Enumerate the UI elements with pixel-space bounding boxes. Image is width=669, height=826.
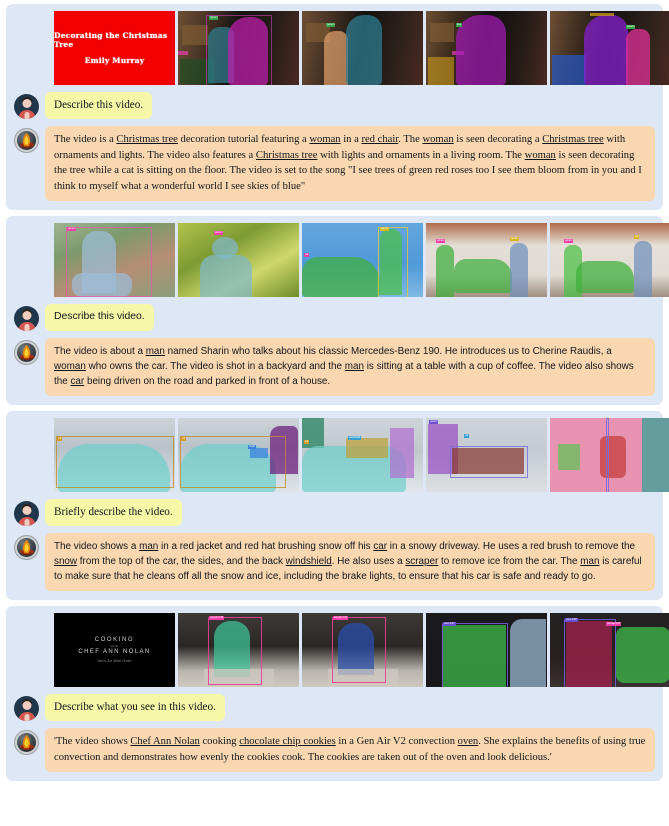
video-frame-strip: Decorating the Christmas Tree Emily Murr… <box>54 11 669 85</box>
frame-label-tag: car <box>181 437 187 441</box>
assistant-message-row: The video shows a man in a red jacket an… <box>14 533 655 591</box>
title-card-black: COOKING with CHEF ANN NOLAN Jenn-Air Wal… <box>54 613 175 687</box>
video-frame-strip: person person person car person person p… <box>54 223 669 297</box>
assistant-answer-bubble[interactable]: The video is about a man named Sharin wh… <box>45 338 655 396</box>
title-card-line-2: Emily Murray <box>84 56 145 65</box>
title-card-red: Decorating the Christmas Tree Emily Murr… <box>54 11 175 85</box>
frame-label-tag: oven 0.57 <box>443 622 456 626</box>
frame-label-tag: car <box>57 437 63 441</box>
frame-label-tag: person <box>209 16 219 20</box>
video-frame[interactable]: car brush <box>178 418 299 492</box>
conversation-page: Decorating the Christmas Tree Emily Murr… <box>0 0 669 826</box>
user-question-bubble[interactable]: Describe this video. <box>45 92 153 119</box>
title-card-line-2: with <box>110 644 119 648</box>
user-question-bubble[interactable]: Describe what you see in this video. <box>45 694 225 721</box>
video-frame[interactable]: person car <box>550 223 669 297</box>
user-question-bubble[interactable]: Describe this video. <box>45 304 154 331</box>
flame-logo-icon <box>14 340 39 365</box>
user-question-text: Briefly describe the video. <box>54 506 173 518</box>
flame-logo-icon <box>14 128 39 153</box>
frame-label-tag: woman 0.54 <box>209 616 225 620</box>
conversation-block-snow-brushing: car car brush car windshield person car … <box>6 411 669 600</box>
user-question-text: Describe what you see in this video. <box>54 701 216 713</box>
video-frame[interactable]: person <box>178 223 299 297</box>
video-frame[interactable]: person person <box>426 223 547 297</box>
frame-label-tag: woman 0.60 <box>333 616 349 620</box>
user-question-text: Describe this video. <box>54 99 144 111</box>
frame-label-tag: tree <box>456 23 463 27</box>
video-frame[interactable]: car <box>54 418 175 492</box>
conversation-block-mercedes-benz: person person person car person person p… <box>6 216 669 405</box>
video-frame[interactable] <box>550 418 669 492</box>
video-frame[interactable]: woman 0.60 <box>302 613 423 687</box>
frame-label-tag: car <box>304 440 310 444</box>
frame-label-tag: person <box>564 239 574 243</box>
conversation-block-cooking-cookies: COOKING with CHEF ANN NOLAN Jenn-Air Wal… <box>6 606 669 781</box>
video-frame[interactable]: tree <box>426 11 547 85</box>
user-avatar-icon <box>14 306 39 331</box>
frame-label-tag: car <box>304 253 310 257</box>
user-question-text: Describe this video. <box>54 311 145 322</box>
title-card-line-1: COOKING <box>94 637 135 643</box>
frame-label-tag: windshield <box>348 436 362 440</box>
frame-label-tag: person <box>429 420 439 424</box>
video-frame[interactable]: oven 0.57 <box>426 613 547 687</box>
frame-label-tag: car <box>634 235 640 239</box>
frame-label-tag: brush <box>248 445 256 449</box>
frame-label-tag: person <box>380 227 390 231</box>
video-frame[interactable]: person <box>550 11 669 85</box>
user-avatar-icon <box>14 501 39 526</box>
title-card-line-3: CHEF ANN NOLAN <box>78 649 151 655</box>
title-card-line-4: Jenn-Air Wall Oven <box>97 659 132 663</box>
user-message-row: Describe what you see in this video. <box>14 694 655 721</box>
assistant-answer-text: 'The video shows Chef Ann Nolan cooking … <box>54 736 646 763</box>
assistant-message-row: The video is about a man named Sharin wh… <box>14 338 655 396</box>
assistant-answer-text: The video is a Christmas tree decoration… <box>54 134 642 192</box>
assistant-answer-bubble[interactable]: The video is a Christmas tree decoration… <box>45 126 655 201</box>
frame-label-tag: oven 0.58 <box>565 618 578 622</box>
user-avatar-icon <box>14 94 39 119</box>
video-frame[interactable]: person car <box>302 223 423 297</box>
assistant-message-row: 'The video shows Chef Ann Nolan cooking … <box>14 728 655 772</box>
frame-label-tag: woman 0.65 <box>606 622 622 626</box>
video-frame[interactable]: person car <box>426 418 547 492</box>
frame-label-tag: car <box>464 434 470 438</box>
user-message-row: Describe this video. <box>14 304 655 331</box>
video-frame-strip: COOKING with CHEF ANN NOLAN Jenn-Air Wal… <box>54 613 669 687</box>
frame-label-tag: person <box>326 23 336 27</box>
title-card-line-1: Decorating the Christmas Tree <box>54 31 168 49</box>
video-frame[interactable]: oven 0.58 woman 0.65 <box>550 613 669 687</box>
user-message-row: Briefly describe the video. <box>14 499 655 526</box>
video-frame[interactable]: COOKING with CHEF ANN NOLAN Jenn-Air Wal… <box>54 613 175 687</box>
flame-logo-icon <box>14 730 39 755</box>
frame-label-tag: person <box>626 25 636 29</box>
video-frame[interactable]: person <box>178 11 299 85</box>
frame-label-tag: person <box>436 239 446 243</box>
frame-label-tag: person <box>510 237 520 241</box>
user-question-bubble[interactable]: Briefly describe the video. <box>45 499 182 526</box>
flame-logo-icon <box>14 535 39 560</box>
video-frame[interactable]: person <box>54 223 175 297</box>
assistant-message-row: The video is a Christmas tree decoration… <box>14 126 655 201</box>
video-frame[interactable]: car windshield <box>302 418 423 492</box>
user-avatar-icon <box>14 696 39 721</box>
video-frame-strip: car car brush car windshield person car <box>54 418 669 492</box>
video-frame[interactable]: Decorating the Christmas Tree Emily Murr… <box>54 11 175 85</box>
video-frame[interactable]: woman 0.54 <box>178 613 299 687</box>
frame-label-tag: person <box>67 227 77 231</box>
assistant-answer-text: The video is about a man named Sharin wh… <box>54 346 634 387</box>
assistant-answer-bubble[interactable]: 'The video shows Chef Ann Nolan cooking … <box>45 728 655 772</box>
user-message-row: Describe this video. <box>14 92 655 119</box>
assistant-answer-text: The video shows a man in a red jacket an… <box>54 541 642 582</box>
video-frame[interactable]: person <box>302 11 423 85</box>
frame-label-tag: person <box>214 231 224 235</box>
conversation-block-christmas-tree: Decorating the Christmas Tree Emily Murr… <box>6 4 669 210</box>
assistant-answer-bubble[interactable]: The video shows a man in a red jacket an… <box>45 533 655 591</box>
